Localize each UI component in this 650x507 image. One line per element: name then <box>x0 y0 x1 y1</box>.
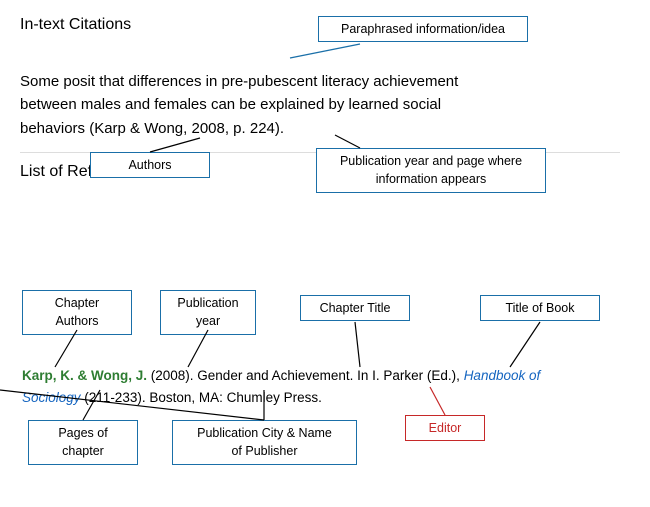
pub-year-page-label: Publication year and page where informat… <box>316 148 546 193</box>
ref-end: (211-233). Boston, MA: Chumley Press. <box>81 390 322 405</box>
ref-middle: (2008). Gender and Achievement. In I. Pa… <box>147 368 464 383</box>
ref-authors: Karp, K. & Wong, J. <box>22 368 147 383</box>
editor-label: Editor <box>405 415 485 441</box>
pub-city-publisher-label: Publication City & Name of Publisher <box>172 420 357 465</box>
citation-line1: Some posit that differences in pre-pubes… <box>20 70 600 93</box>
citation-line2: between males and females can be explain… <box>20 93 600 116</box>
citation-text: Some posit that differences in pre-pubes… <box>20 70 600 140</box>
citation-line3: behaviors (Karp & Wong, 2008, p. 224). <box>20 117 600 140</box>
intext-section: In-text Citations Paraphrased informatio… <box>20 16 630 140</box>
chapter-authors-label: Chapter Authors <box>22 290 132 335</box>
chapter-title-label: Chapter Title <box>300 295 410 321</box>
pages-chapter-label: Pages of chapter <box>28 420 138 465</box>
title-of-book-label: Title of Book <box>480 295 600 321</box>
page: In-text Citations Paraphrased informatio… <box>0 0 650 507</box>
paraphrased-label: Paraphrased information/idea <box>318 16 528 42</box>
publication-year-label: Publication year <box>160 290 256 335</box>
reference-text: Karp, K. & Wong, J. (2008). Gender and A… <box>22 365 602 408</box>
authors-label: Authors <box>90 152 210 178</box>
